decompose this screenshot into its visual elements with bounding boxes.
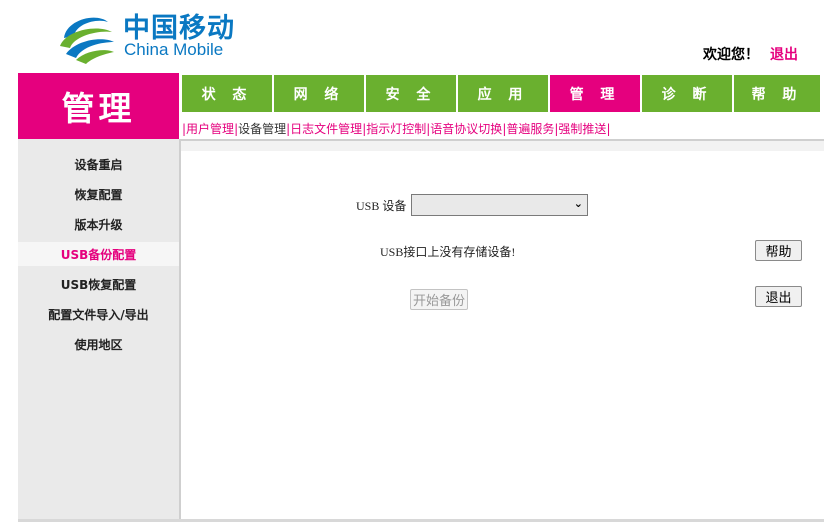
sidebar-item-version-upgrade[interactable]: 版本升级 [18,212,179,236]
sub-nav: |用户管理|设备管理|日志文件管理|指示灯控制|语音协议切换|普遍服务|强制推送… [182,120,610,137]
sidebar-item-usb-backup-config[interactable]: USB备份配置 [18,242,179,266]
section-title: 管理 [18,73,179,139]
sidebar-item-device-restart[interactable]: 设备重启 [18,152,179,176]
subnav-item-indicator-control[interactable]: 指示灯控制 [366,122,426,136]
main-panel-header-bar [181,141,824,151]
sidebar-item-region[interactable]: 使用地区 [18,332,179,356]
china-mobile-swirl-icon [60,17,114,64]
china-mobile-logo: 中国移动 China Mobile [56,6,246,64]
sidebar: 设备重启 恢复配置 版本升级 USB备份配置 USB恢复配置 配置文件导入/导出… [18,139,179,522]
sidebar-item-restore-config[interactable]: 恢复配置 [18,182,179,206]
tab-status[interactable]: 状 态 [182,75,272,112]
brand-name-en: China Mobile [124,40,224,59]
tab-security[interactable]: 安 全 [366,75,456,112]
usb-device-select[interactable]: ⌄ [411,194,588,216]
subnav-item-log-file-management[interactable]: 日志文件管理 [290,122,362,136]
subnav-item-voice-protocol-switch[interactable]: 语音协议切换 [430,122,502,136]
top-nav: 状 态 网 络 安 全 应 用 管 理 诊 断 帮 助 [182,75,824,112]
subnav-separator: | [606,122,611,136]
subnav-item-universal-service[interactable]: 普遍服务 [506,122,554,136]
tab-application[interactable]: 应 用 [458,75,548,112]
no-storage-message: USB接口上没有存储设备! [380,245,516,259]
welcome-text: 欢迎您！ [703,47,759,63]
start-backup-button[interactable]: 开始备份 [410,289,468,310]
chevron-down-icon: ⌄ [573,197,583,210]
subnav-item-device-management[interactable]: 设备管理 [238,122,286,136]
help-button[interactable]: 帮助 [755,240,802,261]
usb-device-label: USB 设备 [356,199,407,213]
tab-network[interactable]: 网 络 [274,75,364,112]
tab-management[interactable]: 管 理 [550,75,640,112]
tab-help[interactable]: 帮 助 [734,75,820,112]
tab-diagnosis[interactable]: 诊 断 [642,75,732,112]
subnav-item-force-push[interactable]: 强制推送 [558,122,606,136]
sidebar-item-usb-restore-config[interactable]: USB恢复配置 [18,272,179,296]
exit-button[interactable]: 退出 [755,286,802,307]
logout-link[interactable]: 退出 [770,44,798,64]
sidebar-item-config-import-export[interactable]: 配置文件导入/导出 [18,302,179,326]
subnav-item-user-management[interactable]: 用户管理 [186,122,234,136]
